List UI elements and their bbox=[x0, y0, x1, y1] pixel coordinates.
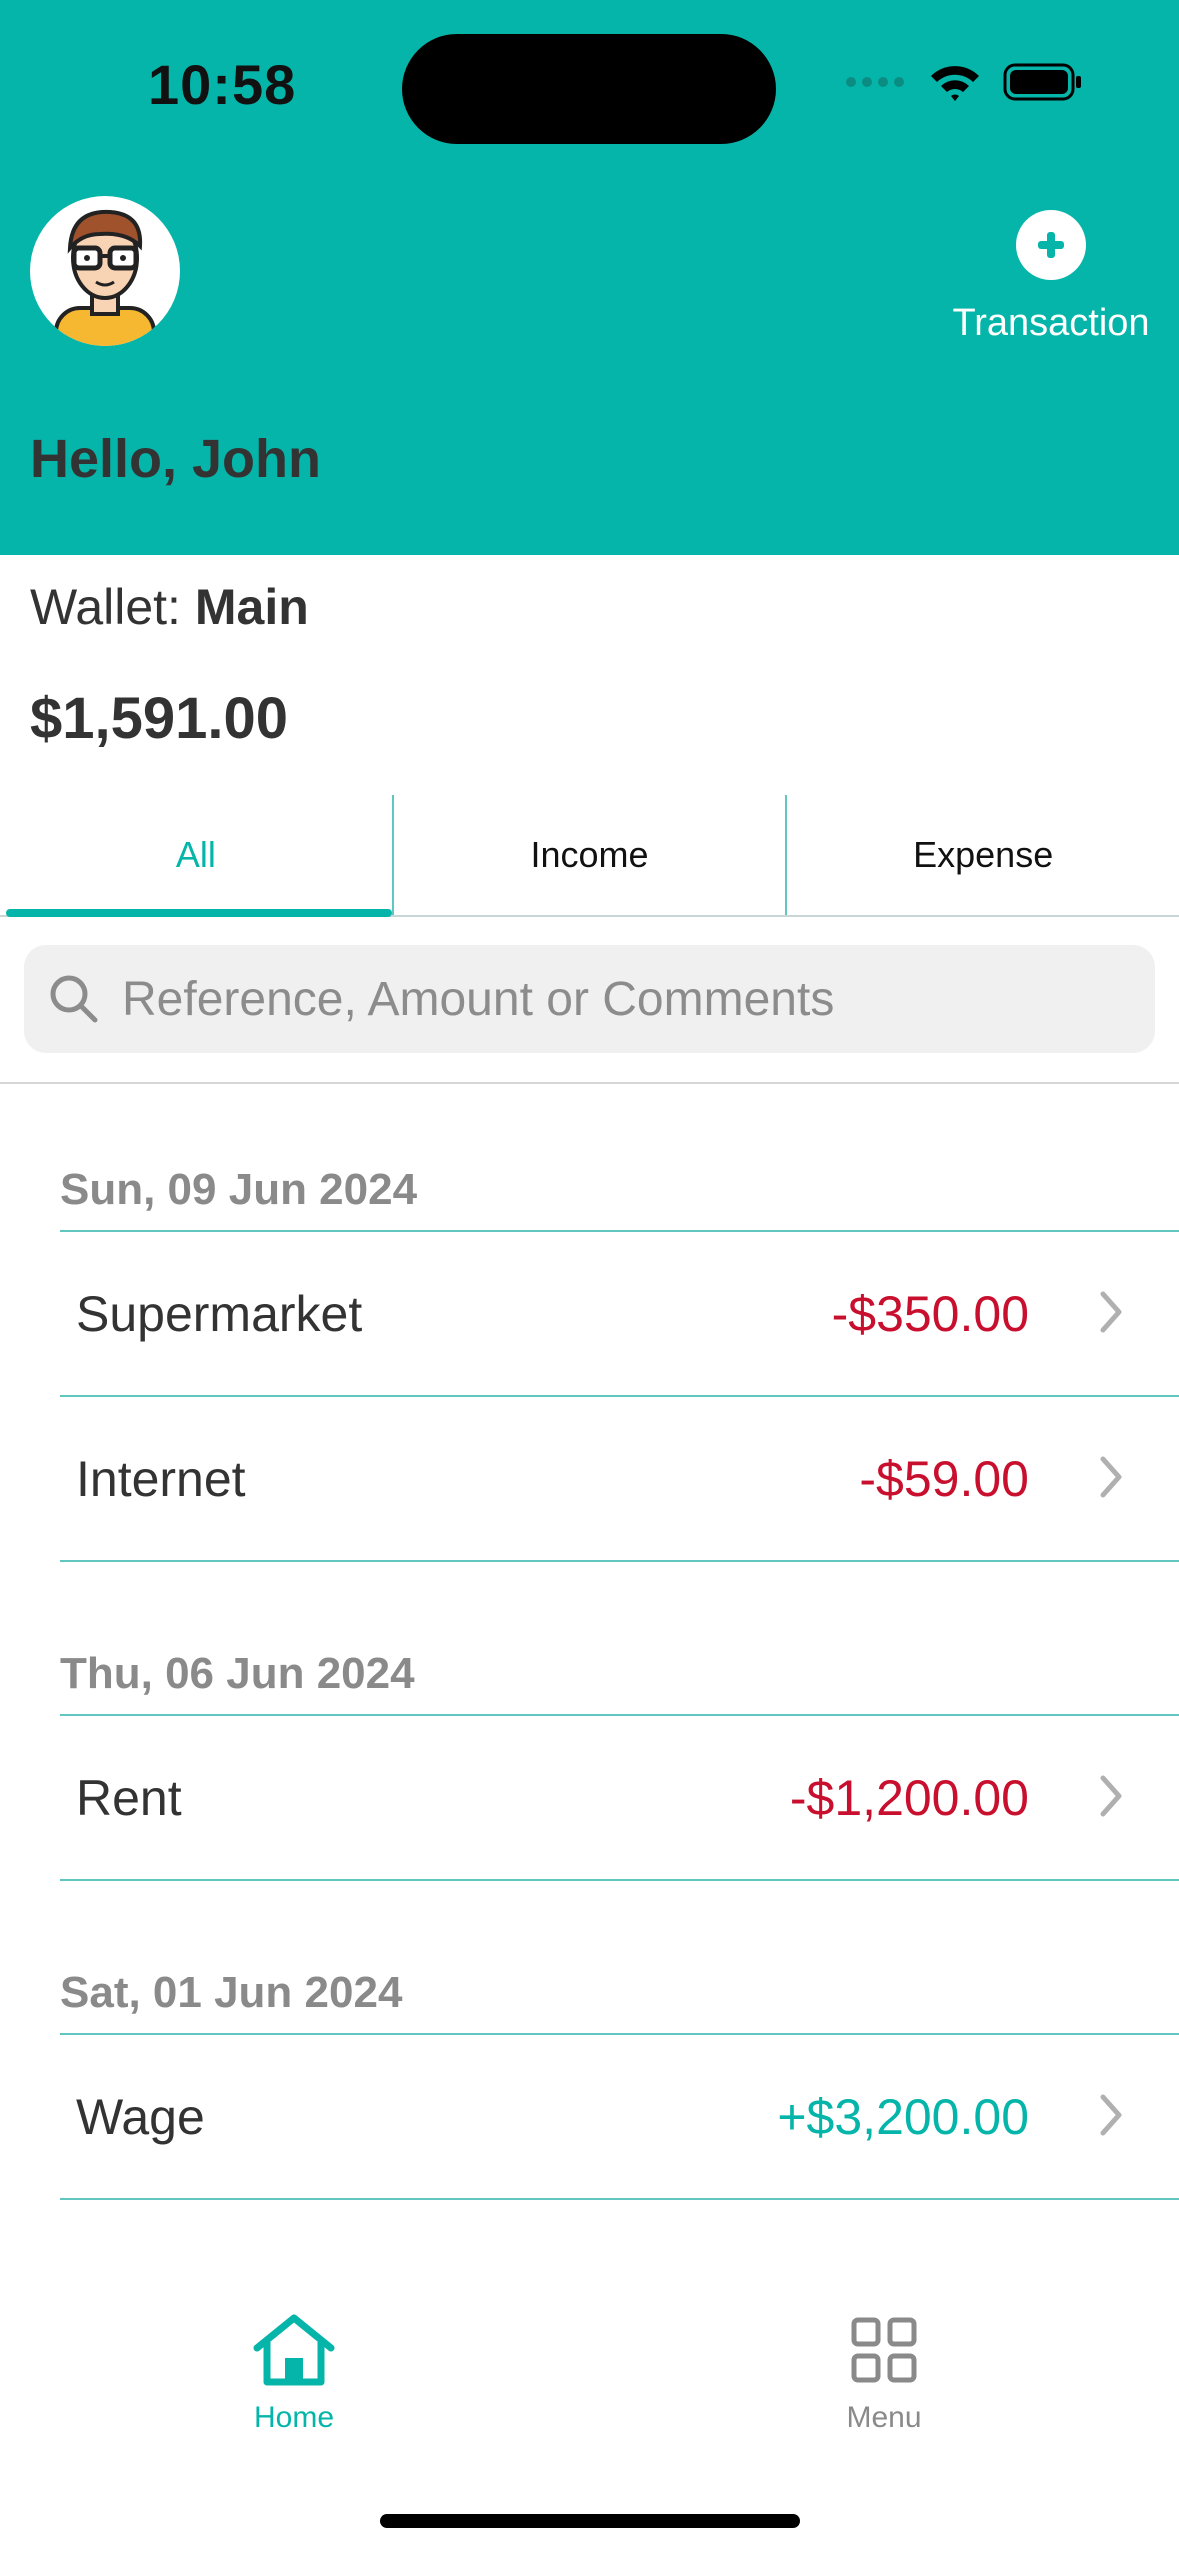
tab-expense[interactable]: Expense bbox=[785, 795, 1179, 915]
filter-tabs: All Income Expense bbox=[0, 795, 1179, 917]
transaction-row[interactable]: Supermarket -$350.00 bbox=[60, 1232, 1179, 1397]
greeting-text: Hello, John bbox=[30, 429, 322, 489]
chevron-right-icon bbox=[1100, 2094, 1122, 2136]
wallet-balance: $1,591.00 bbox=[30, 686, 289, 751]
wifi-icon bbox=[931, 66, 979, 101]
nav-menu-label: Menu bbox=[846, 2401, 922, 2434]
transaction-amount: -$59.00 bbox=[859, 1450, 1029, 1507]
status-time: 10:58 bbox=[148, 53, 297, 116]
wallet-name: Main bbox=[194, 579, 309, 635]
nav-menu[interactable]: Menu bbox=[784, 2310, 984, 2435]
app-header: 10:58 Transaction Hello, John bbox=[0, 0, 1179, 555]
chevron-right-icon bbox=[1100, 1456, 1122, 1498]
date-header: Sat, 01 Jun 2024 bbox=[60, 1953, 1179, 2035]
wallet-selector[interactable]: Wallet: Main bbox=[30, 578, 309, 636]
transaction-name: Rent bbox=[76, 1769, 182, 1826]
tab-income[interactable]: Income bbox=[391, 795, 786, 915]
transaction-amount: +$3,200.00 bbox=[777, 2088, 1029, 2145]
add-transaction-button[interactable]: Transaction bbox=[941, 210, 1161, 345]
home-icon bbox=[253, 2314, 335, 2386]
tab-all[interactable]: All bbox=[0, 795, 392, 917]
search-input[interactable] bbox=[120, 970, 1104, 1028]
chevron-right-icon bbox=[1100, 1291, 1122, 1333]
search-icon bbox=[50, 975, 98, 1023]
search-divider bbox=[0, 1082, 1179, 1084]
wallet-label: Wallet: bbox=[30, 579, 181, 635]
nav-home-label: Home bbox=[253, 2401, 335, 2434]
transaction-row[interactable]: Internet -$59.00 bbox=[60, 1397, 1179, 1562]
transaction-list: Sun, 09 Jun 2024 Supermarket -$350.00 In… bbox=[0, 1150, 1179, 2200]
dynamic-island bbox=[402, 34, 776, 144]
grid-icon bbox=[851, 2317, 917, 2383]
search-bar[interactable] bbox=[24, 945, 1155, 1053]
transaction-name: Supermarket bbox=[76, 1285, 363, 1342]
date-header: Sun, 09 Jun 2024 bbox=[60, 1150, 1179, 1232]
transaction-row[interactable]: Wage +$3,200.00 bbox=[60, 2035, 1179, 2200]
user-avatar[interactable] bbox=[30, 196, 180, 346]
avatar-illustration bbox=[54, 209, 156, 346]
transaction-row[interactable]: Rent -$1,200.00 bbox=[60, 1716, 1179, 1881]
nav-home[interactable]: Home bbox=[194, 2310, 394, 2435]
transaction-name: Internet bbox=[76, 1450, 246, 1507]
cellular-signal-icon bbox=[846, 77, 904, 87]
transaction-amount: -$350.00 bbox=[831, 1285, 1029, 1342]
bottom-tab-bar: Home Menu bbox=[0, 2310, 1179, 2460]
battery-icon bbox=[1003, 63, 1081, 101]
transaction-amount: -$1,200.00 bbox=[789, 1769, 1029, 1826]
add-transaction-label: Transaction bbox=[952, 302, 1150, 344]
plus-icon bbox=[1016, 210, 1086, 280]
date-header: Thu, 06 Jun 2024 bbox=[60, 1634, 1179, 1716]
transaction-name: Wage bbox=[76, 2088, 205, 2145]
home-indicator[interactable] bbox=[380, 2514, 800, 2528]
chevron-right-icon bbox=[1100, 1775, 1122, 1817]
status-icons bbox=[845, 62, 1083, 102]
